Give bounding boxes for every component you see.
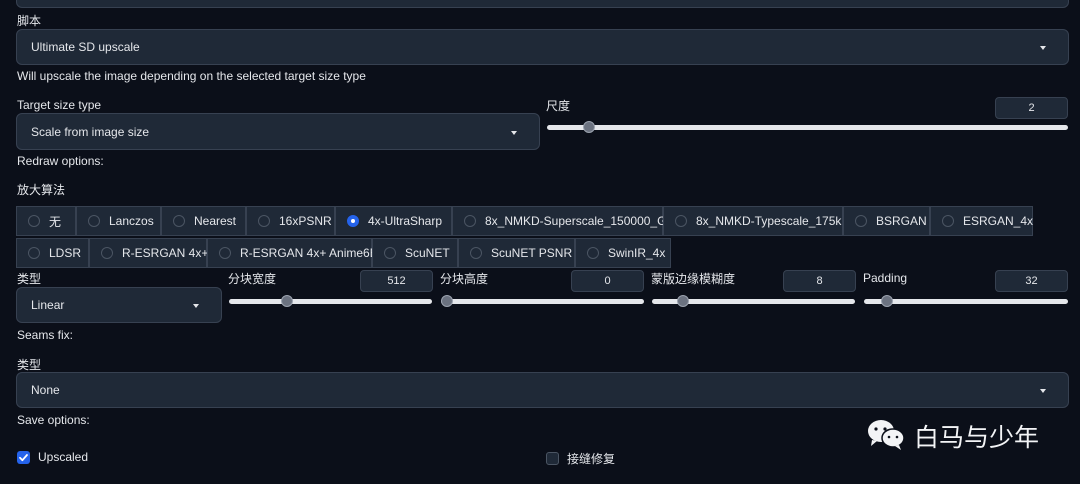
upscaler-option[interactable]: ESRGAN_4x <box>930 206 1033 236</box>
scale-slider[interactable] <box>547 121 1068 133</box>
upscaler-option[interactable]: R-ESRGAN 4x+ Anime6B <box>207 238 378 268</box>
upscaler-option-label: ScuNET PSNR <box>491 246 573 260</box>
chevron-down-icon <box>511 130 517 135</box>
radio-button-icon <box>347 215 359 227</box>
radio-button-icon <box>258 215 270 227</box>
upscaler-option-label: 无 <box>49 214 62 229</box>
upscaler-option-label: 8x_NMKD-Typescale_175k <box>696 214 842 228</box>
script-dropdown[interactable]: Ultimate SD upscale <box>16 29 1069 65</box>
script-dropdown-value: Ultimate SD upscale <box>31 40 140 54</box>
upscaler-option[interactable]: 无 <box>16 206 76 236</box>
seams-type-label: 类型 <box>17 358 42 372</box>
mask-blur-input[interactable]: 8 <box>783 270 856 292</box>
upscaler-option-label: R-ESRGAN 4x+ Anime6B <box>240 246 378 260</box>
radio-button-icon <box>470 247 482 259</box>
upscaler-option-label: 8x_NMKD-Superscale_150000_G <box>485 214 667 228</box>
chevron-down-icon <box>193 304 199 308</box>
upscaler-option-label: ESRGAN_4x <box>963 214 1034 228</box>
upscaler-option[interactable]: LDSR <box>16 238 89 268</box>
upscaler-option[interactable]: BSRGAN <box>843 206 930 236</box>
tile-width-label: 分块宽度 <box>228 272 277 286</box>
seams-type-dropdown[interactable]: None <box>16 372 1069 408</box>
target-size-dropdown[interactable]: Scale from image size <box>16 113 540 150</box>
radio-button-icon <box>464 215 476 227</box>
script-description: Will upscale the image depending on the … <box>17 69 366 83</box>
previous-field <box>16 0 1069 8</box>
radio-button-icon <box>173 215 185 227</box>
upscaler-option[interactable]: 8x_NMKD-Superscale_150000_G <box>452 206 667 236</box>
tile-height-slider-handle[interactable] <box>441 295 453 307</box>
mask-blur-slider-handle[interactable] <box>676 295 689 307</box>
padding-slider-handle[interactable] <box>881 295 894 307</box>
upscaler-option[interactable]: SwinIR_4x <box>575 238 671 268</box>
padding-label: Padding <box>863 271 908 285</box>
upscaler-option[interactable]: Lanczos <box>76 206 161 236</box>
padding-slider[interactable] <box>864 295 1068 307</box>
upscaled-label: Upscaled <box>38 450 89 464</box>
upscaler-option[interactable]: ScuNET PSNR <box>458 238 575 268</box>
upscaler-option-label: Nearest <box>194 214 237 228</box>
radio-button-icon <box>384 247 396 259</box>
upscaler-option-label: 16xPSNR <box>279 214 332 228</box>
radio-button-icon <box>587 247 599 259</box>
target-size-value: Scale from image size <box>31 124 150 139</box>
upscaler-option[interactable]: 4x-UltraSharp <box>335 206 452 236</box>
upscaled-checkbox[interactable] <box>17 451 30 464</box>
save-options-label: Save options: <box>17 413 90 427</box>
upscaler-option-label: Lanczos <box>109 214 154 228</box>
radio-button-icon <box>28 247 40 259</box>
upscaler-option-label: SwinIR_4x <box>608 246 666 260</box>
tile-width-slider[interactable] <box>229 295 432 307</box>
tile-height-slider[interactable] <box>441 295 644 307</box>
wechat-icon <box>866 418 906 452</box>
seams-fix-label: Seams fix: <box>17 328 74 342</box>
radio-button-icon <box>28 215 40 227</box>
seams-fix-checkbox-label: 接缝修复 <box>567 452 616 466</box>
tile-height-input[interactable]: 0 <box>571 270 644 292</box>
scale-label: 尺度 <box>546 99 571 113</box>
tile-height-label: 分块高度 <box>440 272 489 286</box>
chevron-down-icon <box>1040 389 1046 393</box>
redraw-type-value: Linear <box>31 298 65 312</box>
upscaler-label: 放大算法 <box>17 183 66 197</box>
radio-button-icon <box>101 247 113 259</box>
chevron-down-icon <box>1040 46 1046 50</box>
padding-input[interactable]: 32 <box>995 270 1068 292</box>
upscaler-option[interactable]: 16xPSNR <box>246 206 335 236</box>
tile-width-slider-handle[interactable] <box>280 295 293 307</box>
seams-fix-checkbox[interactable] <box>546 452 559 465</box>
upscaler-option[interactable]: 8x_NMKD-Typescale_175k <box>663 206 843 236</box>
seams-type-value: None <box>31 383 60 397</box>
script-label: 脚本 <box>17 14 42 28</box>
scale-slider-handle[interactable] <box>582 121 595 133</box>
upscaler-option-label: 4x-UltraSharp <box>368 214 443 228</box>
radio-button-icon <box>675 215 687 227</box>
mask-blur-slider[interactable] <box>652 295 855 307</box>
watermark-text: 白马与少年 <box>914 423 1040 452</box>
tile-width-input[interactable]: 512 <box>360 270 433 292</box>
upscaler-option[interactable]: ScuNET <box>372 238 458 268</box>
radio-button-icon <box>855 215 867 227</box>
radio-button-icon <box>942 215 954 227</box>
target-size-label: Target size type <box>17 98 102 112</box>
mask-blur-label: 蒙版边缘模糊度 <box>651 272 736 286</box>
upscaler-option[interactable]: Nearest <box>161 206 246 236</box>
upscaler-option-label: R-ESRGAN 4x+ <box>122 246 209 260</box>
upscaler-option-label: LDSR <box>49 246 82 260</box>
redraw-options-label: Redraw options: <box>17 154 104 168</box>
redraw-type-label: 类型 <box>17 272 42 286</box>
radio-button-icon <box>219 247 231 259</box>
upscaler-option-label: BSRGAN <box>876 214 927 228</box>
check-icon <box>19 454 28 462</box>
upscaler-option[interactable]: R-ESRGAN 4x+ <box>89 238 209 268</box>
radio-button-icon <box>88 215 100 227</box>
redraw-type-dropdown[interactable]: Linear <box>16 287 222 323</box>
scale-number-input[interactable]: 2 <box>995 97 1068 119</box>
upscaler-option-label: ScuNET <box>405 246 450 260</box>
